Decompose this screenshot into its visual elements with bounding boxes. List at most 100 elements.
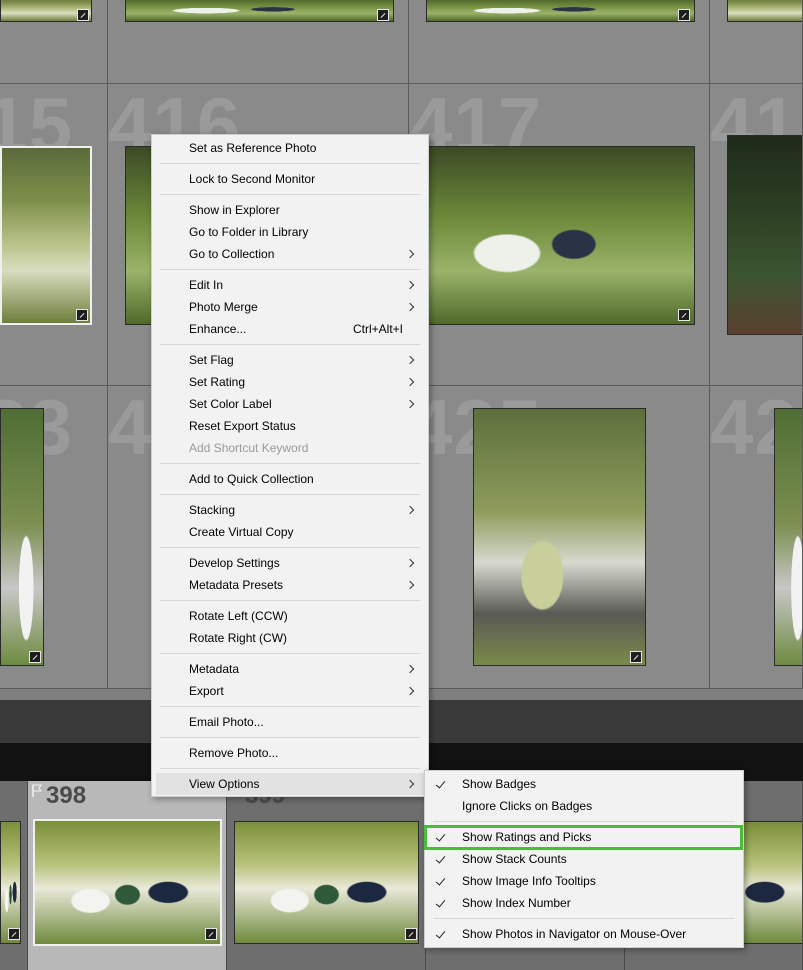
photo-thumbnail[interactable] — [0, 408, 44, 666]
edited-badge-icon[interactable] — [29, 651, 41, 663]
filmstrip-cell[interactable]: 399 — [227, 781, 426, 970]
menu-item-label: Show Image Info Tooltips — [462, 874, 596, 888]
menu-item-create-virtual-copy[interactable]: Create Virtual Copy — [152, 521, 428, 543]
grid-cell[interactable]: 426 — [710, 386, 803, 689]
edited-badge-icon[interactable] — [205, 928, 217, 940]
menu-item-email-photo[interactable]: Email Photo... — [152, 711, 428, 733]
photo-thumbnail[interactable] — [0, 146, 92, 325]
menu-separator — [160, 344, 420, 345]
edited-badge-icon[interactable] — [377, 9, 389, 21]
menu-item-label: Photo Merge — [189, 300, 258, 314]
photo-thumbnail[interactable] — [727, 0, 802, 22]
menu-separator — [160, 768, 420, 769]
menu-item-develop-settings[interactable]: Develop Settings — [152, 552, 428, 574]
menu-separator — [160, 163, 420, 164]
menu-item-enhance[interactable]: Enhance... Ctrl+Alt+I — [152, 318, 428, 340]
grid-cell[interactable] — [108, 0, 409, 84]
submenu-item-show-photos-in-navigator[interactable]: Show Photos in Navigator on Mouse-Over — [425, 923, 743, 945]
menu-separator — [160, 494, 420, 495]
menu-item-label: Set as Reference Photo — [189, 141, 317, 155]
menu-item-edit-in[interactable]: Edit In — [152, 274, 428, 296]
menu-item-label: Add to Quick Collection — [189, 472, 314, 486]
menu-separator — [160, 194, 420, 195]
menu-item-label: Set Flag — [189, 353, 234, 367]
menu-item-photo-merge[interactable]: Photo Merge — [152, 296, 428, 318]
menu-item-set-rating[interactable]: Set Rating — [152, 371, 428, 393]
filmstrip-thumbnail[interactable] — [234, 821, 419, 944]
chevron-right-icon — [407, 773, 415, 795]
chevron-right-icon — [407, 680, 415, 702]
grid-cell[interactable] — [409, 0, 710, 84]
filmstrip-thumbnail[interactable] — [33, 819, 222, 946]
menu-item-label: Ignore Clicks on Badges — [462, 799, 593, 813]
menu-item-label: Set Rating — [189, 375, 246, 389]
menu-separator — [433, 821, 735, 822]
grid-cell[interactable]: 423 — [0, 386, 108, 689]
checkmark-icon — [436, 773, 448, 795]
menu-item-rotate-left[interactable]: Rotate Left (CCW) — [152, 605, 428, 627]
context-menu: Set as Reference Photo Lock to Second Mo… — [151, 134, 429, 797]
submenu-item-show-badges[interactable]: Show Badges — [425, 773, 743, 795]
menu-item-label: Enhance... — [189, 322, 247, 336]
photo-thumbnail[interactable] — [774, 408, 802, 666]
edited-badge-icon[interactable] — [76, 309, 88, 321]
menu-item-label: Edit In — [189, 278, 224, 292]
menu-item-label: Go to Folder in Library — [189, 225, 309, 239]
checkmark-icon — [436, 848, 448, 870]
chevron-right-icon — [407, 574, 415, 596]
menu-separator — [160, 463, 420, 464]
photo-thumbnail[interactable] — [125, 0, 394, 22]
edited-badge-icon[interactable] — [77, 9, 89, 21]
submenu-item-show-index-number[interactable]: Show Index Number — [425, 892, 743, 914]
menu-item-show-in-explorer[interactable]: Show in Explorer — [152, 199, 428, 221]
menu-separator — [160, 269, 420, 270]
menu-item-go-to-folder[interactable]: Go to Folder in Library — [152, 221, 428, 243]
grid-cell[interactable]: 425 — [409, 386, 710, 689]
menu-item-go-to-collection[interactable]: Go to Collection — [152, 243, 428, 265]
submenu-item-ignore-clicks-on-badges[interactable]: Ignore Clicks on Badges — [425, 795, 743, 817]
menu-item-label: Rotate Left (CCW) — [189, 609, 288, 623]
edited-badge-icon[interactable] — [678, 309, 690, 321]
menu-item-rotate-right[interactable]: Rotate Right (CW) — [152, 627, 428, 649]
menu-item-label: Remove Photo... — [189, 746, 279, 760]
filmstrip-cell[interactable] — [0, 781, 28, 970]
grid-cell[interactable]: 415 — [0, 84, 108, 386]
photo-thumbnail[interactable] — [426, 146, 695, 325]
checkmark-icon — [436, 870, 448, 892]
menu-item-lock-to-second-monitor[interactable]: Lock to Second Monitor — [152, 168, 428, 190]
menu-item-export[interactable]: Export — [152, 680, 428, 702]
submenu-item-show-image-info-tooltips[interactable]: Show Image Info Tooltips — [425, 870, 743, 892]
menu-item-label: Show Stack Counts — [462, 852, 567, 866]
menu-item-view-options[interactable]: View Options — [156, 773, 424, 795]
flag-icon[interactable] — [31, 784, 43, 798]
menu-item-reset-export-status[interactable]: Reset Export Status — [152, 415, 428, 437]
submenu-item-show-stack-counts[interactable]: Show Stack Counts — [425, 848, 743, 870]
menu-item-label: Reset Export Status — [189, 419, 296, 433]
grid-cell[interactable] — [0, 0, 108, 84]
menu-item-set-color-label[interactable]: Set Color Label — [152, 393, 428, 415]
grid-cell[interactable]: 418 — [710, 84, 803, 386]
edited-badge-icon[interactable] — [630, 651, 642, 663]
menu-item-add-to-quick-collection[interactable]: Add to Quick Collection — [152, 468, 428, 490]
grid-cell[interactable] — [710, 0, 803, 84]
menu-item-set-flag[interactable]: Set Flag — [152, 349, 428, 371]
chevron-right-icon — [407, 658, 415, 680]
menu-item-stacking[interactable]: Stacking — [152, 499, 428, 521]
menu-item-label: Show Index Number — [462, 896, 571, 910]
menu-separator — [160, 653, 420, 654]
filmstrip-cell-selected[interactable]: 398 — [28, 781, 227, 970]
menu-item-metadata[interactable]: Metadata — [152, 658, 428, 680]
menu-item-remove-photo[interactable]: Remove Photo... — [152, 742, 428, 764]
photo-thumbnail[interactable] — [727, 135, 802, 335]
photo-thumbnail[interactable] — [473, 408, 646, 666]
menu-item-label: Show Ratings and Picks — [462, 830, 592, 844]
submenu-item-show-ratings-and-picks[interactable]: Show Ratings and Picks — [425, 826, 743, 848]
filmstrip-thumbnail[interactable] — [0, 821, 21, 944]
edited-badge-icon[interactable] — [405, 928, 417, 940]
menu-item-metadata-presets[interactable]: Metadata Presets — [152, 574, 428, 596]
photo-thumbnail[interactable] — [426, 0, 695, 22]
edited-badge-icon[interactable] — [678, 9, 690, 21]
menu-item-set-reference-photo[interactable]: Set as Reference Photo — [152, 137, 428, 159]
grid-cell[interactable]: 417 — [409, 84, 710, 386]
edited-badge-icon[interactable] — [8, 928, 20, 940]
